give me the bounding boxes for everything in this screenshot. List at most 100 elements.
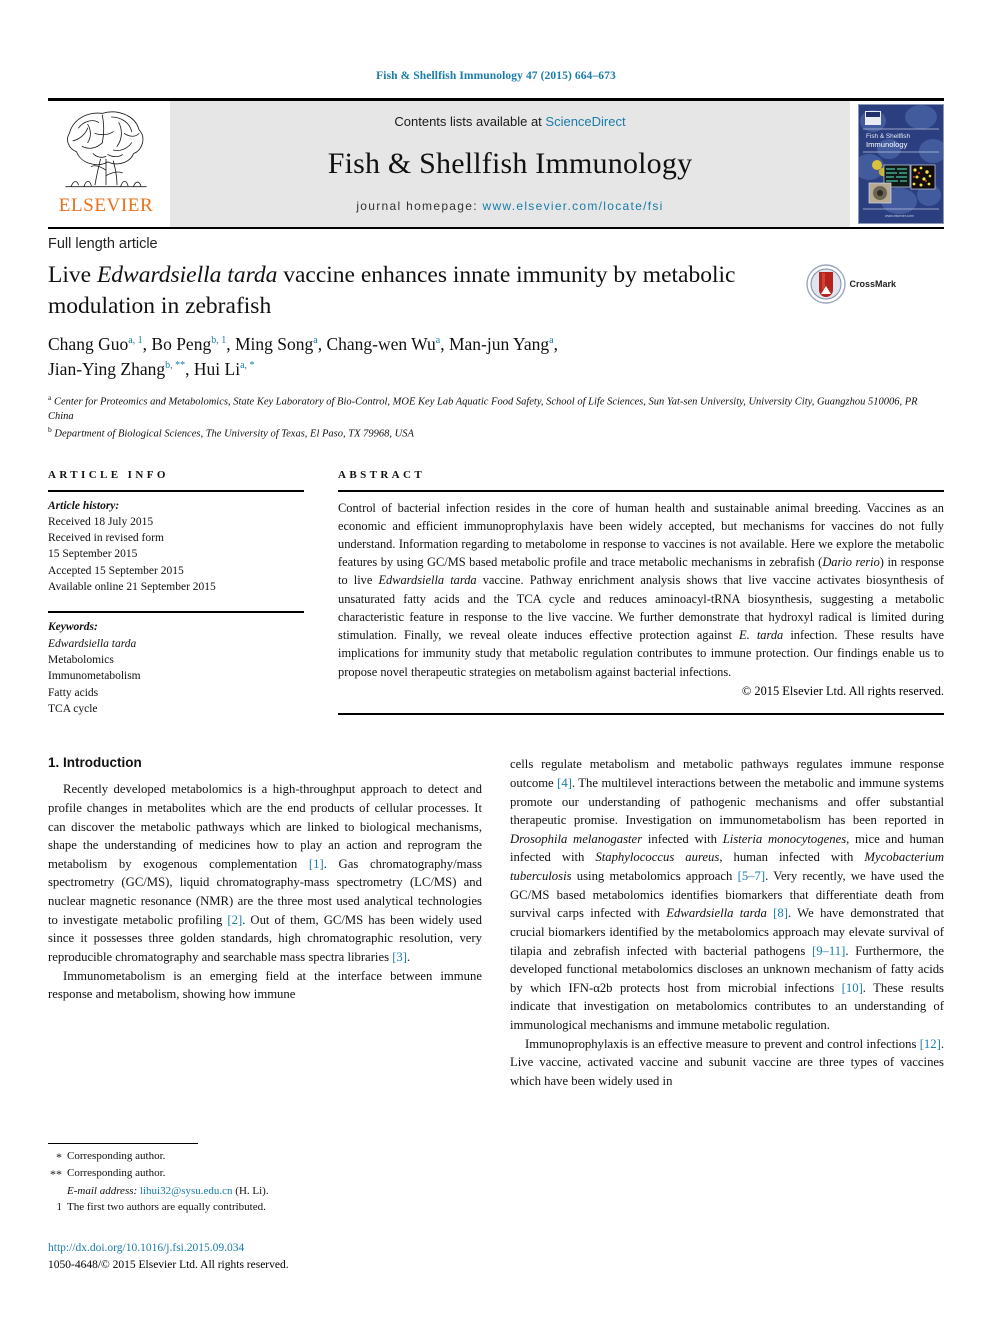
crossmark-badge[interactable]: CrossMark — [788, 260, 896, 304]
article-history-label: Article history: — [48, 499, 120, 512]
title-row: Live Edwardsiella tarda vaccine enhances… — [48, 260, 944, 322]
history-line: Accepted 15 September 2015 — [48, 564, 184, 577]
author-sep: , — [440, 334, 449, 355]
abstract-italic-etarda: E. tarda — [739, 628, 784, 643]
footnote-text: Corresponding author. — [67, 1150, 166, 1162]
running-head: Fish & Shellfish Immunology 47 (2015) 66… — [376, 70, 616, 82]
footnote-item: ** Corresponding author. — [48, 1166, 478, 1183]
author-name: Chang-wen Wu — [326, 334, 436, 355]
author-affil-mark: b, 1 — [211, 335, 227, 347]
italic-species: Drosophila melanogaster — [510, 831, 643, 846]
text-run: , human infected with — [719, 850, 865, 865]
footnote-rule — [48, 1143, 198, 1144]
author-sep: , — [185, 359, 194, 380]
journal-homepage-line: journal homepage: www.elsevier.com/locat… — [356, 199, 663, 213]
doi-block: http://dx.doi.org/10.1016/j.fsi.2015.09.… — [48, 1240, 289, 1275]
title-part-1: Live — [48, 262, 97, 288]
author-sep: , — [226, 334, 235, 355]
citation-ref[interactable]: [1] — [309, 857, 324, 871]
paragraph: Immunometabolism is an emerging field at… — [48, 967, 482, 1004]
email-address-label: E-mail address: — [67, 1184, 138, 1197]
abstract-text: Control of bacterial infection resides i… — [338, 492, 944, 681]
contents-available-line: Contents lists available at ScienceDirec… — [394, 114, 625, 129]
corresponding-author-email-link[interactable]: lihui32@sysu.edu.cn — [140, 1185, 233, 1197]
author-name: Ming Song — [234, 334, 314, 355]
history-line: Received in revised form — [48, 532, 164, 545]
footnote-item: 1 The first two authors are equally cont… — [48, 1200, 478, 1216]
author-entry: Ming Songa, — [235, 334, 326, 354]
abstract-heading: ABSTRACT — [338, 468, 426, 481]
svg-text:Fish & Shellfish: Fish & Shellfish — [866, 133, 910, 140]
citation-ref[interactable]: [3] — [392, 950, 407, 964]
masthead-bottom-rule — [48, 227, 944, 229]
author-entry: Chang Guoa, 1, — [48, 334, 151, 354]
citation-ref[interactable]: [12] — [920, 1037, 941, 1051]
affiliation-mark: b — [48, 425, 52, 435]
citation-ref[interactable]: [5–7] — [738, 869, 765, 883]
text-run: Immunometabolism is an emerging field at… — [48, 968, 482, 1002]
journal-homepage-link[interactable]: www.elsevier.com/locate/fsi — [482, 199, 663, 213]
footnote-mark: 1 — [56, 1200, 63, 1213]
footnote-mark: ** — [50, 1167, 62, 1182]
keywords-label: Keywords: — [48, 621, 98, 634]
abstract-italic-edwardsiella: Edwardsiella tarda — [378, 573, 477, 588]
affiliation-list: a Center for Proteomics and Metabolomics… — [48, 393, 944, 443]
article-type-label: Full length article — [48, 236, 158, 252]
section-title-introduction: 1. Introduction — [48, 755, 142, 771]
journal-cover-thumbnail: Fish & Shellfish Immunology www.elsevier… — [858, 104, 944, 224]
footnote-mark: * — [56, 1150, 62, 1164]
italic-species: Edwardsiella tarda — [666, 906, 767, 921]
doi-link[interactable]: http://dx.doi.org/10.1016/j.fsi.2015.09.… — [48, 1240, 289, 1257]
author-entry: Bo Pengb, 1, — [151, 334, 235, 354]
author-name: Hui Li — [193, 359, 241, 380]
abstract-bottom-rule — [338, 712, 944, 715]
affiliation-text: Center for Proteomics and Metabolomics, … — [48, 396, 918, 423]
citation-ref[interactable]: [8] — [773, 906, 788, 920]
sciencedirect-link[interactable]: ScienceDirect — [545, 114, 625, 129]
citation-ref[interactable]: [10] — [842, 981, 863, 995]
citation-ref[interactable]: [2] — [227, 913, 242, 927]
author-affil-mark: b, ** — [165, 360, 186, 372]
affiliation-item: a Center for Proteomics and Metabolomics… — [48, 393, 944, 425]
author-sep: , — [553, 334, 558, 355]
title-species-italic: Edwardsiella tarda — [96, 262, 278, 288]
crossmark-label: CrossMark — [849, 279, 896, 289]
info-abstract-region: ARTICLE INFO Article history: Received 1… — [48, 469, 944, 718]
italic-species: Listeria monocytogenes — [722, 831, 847, 846]
svg-text:Immunology: Immunology — [866, 140, 908, 149]
author-name: Bo Peng — [151, 334, 212, 355]
text-run: . — [406, 949, 411, 964]
journal-title: Fish & Shellfish Immunology — [327, 147, 693, 180]
article-info-heading: ARTICLE INFO — [48, 468, 169, 481]
author-entry: Chang-wen Wua, — [326, 334, 449, 354]
text-run: Immunoprophylaxis is an effective measur… — [525, 1036, 920, 1051]
keyword-item: Immunometabolism — [48, 670, 141, 683]
author-affil-mark: a, 1 — [128, 335, 143, 347]
text-run: . The multilevel interactions between th… — [510, 776, 944, 828]
author-entry: Jian-Ying Zhangb, **, — [48, 359, 194, 379]
keyword-item: Fatty acids — [48, 686, 99, 699]
contents-prefix: Contents lists available at — [394, 114, 546, 129]
footnote-email-row: E-mail address: lihui32@sysu.edu.cn (H. … — [48, 1184, 478, 1200]
author-affil-mark: a, * — [240, 360, 255, 372]
footnote-text: The first two authors are equally contri… — [67, 1200, 266, 1213]
issn-copyright-line: 1050-4648/© 2015 Elsevier Ltd. All right… — [48, 1259, 289, 1272]
svg-text:www.elsevier.com: www.elsevier.com — [885, 214, 914, 218]
text-run: infected with — [642, 831, 723, 846]
journal-band: Contents lists available at ScienceDirec… — [170, 101, 850, 227]
abstract-copyright: © 2015 Elsevier Ltd. All rights reserved… — [741, 683, 944, 698]
history-line: Available online 21 September 2015 — [48, 581, 216, 594]
body-right-column: cells regulate metabolism and metabolic … — [510, 755, 944, 1090]
abstract-column: ABSTRACT Control of bacterial infection … — [338, 469, 944, 718]
citation-ref[interactable]: [9–11] — [812, 944, 845, 958]
affiliation-mark: a — [48, 392, 52, 402]
author-name: Man-jun Yang — [448, 334, 550, 355]
author-entry: Man-jun Yanga, — [449, 334, 558, 354]
affiliation-text: Department of Biological Sciences, The U… — [54, 428, 414, 440]
article-info-column: ARTICLE INFO Article history: Received 1… — [48, 469, 304, 718]
citation-ref[interactable]: [4] — [557, 776, 572, 790]
author-entry: Hui Lia, * — [194, 359, 255, 379]
history-line: Received 18 July 2015 — [48, 515, 154, 528]
crossmark-icon — [806, 264, 847, 304]
